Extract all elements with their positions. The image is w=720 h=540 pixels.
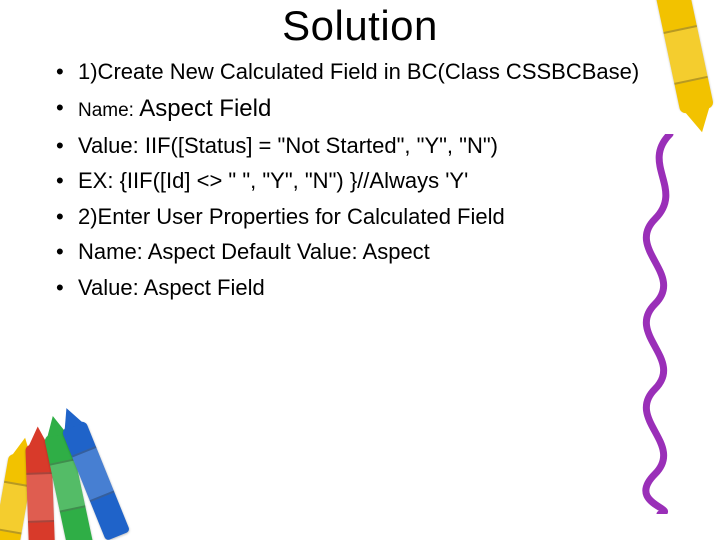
slide: Solution 1)Create New Calculated Field i… bbox=[0, 2, 720, 540]
bullet-list: 1)Create New Calculated Field in BC(Clas… bbox=[40, 58, 680, 301]
bullet-item: Value: IIF([Status] = "Not Started", "Y"… bbox=[52, 132, 660, 160]
bullet-text: 1)Create New Calculated Field in BC(Clas… bbox=[78, 59, 639, 84]
bullet-text: Name: Aspect Default Value: Aspect bbox=[78, 239, 430, 264]
bullet-text: Value: Aspect Field bbox=[78, 275, 265, 300]
crayon-icon bbox=[25, 444, 55, 540]
crayon-group-icon bbox=[0, 410, 132, 540]
bullet-item: Name: Aspect Field bbox=[52, 94, 660, 124]
bullet-item: 1)Create New Calculated Field in BC(Clas… bbox=[52, 58, 660, 86]
slide-title: Solution bbox=[40, 2, 680, 50]
bullet-item: Name: Aspect Default Value: Aspect bbox=[52, 238, 660, 266]
bullet-name-prefix: Name: bbox=[78, 100, 139, 121]
bullet-item: EX: {IIF([Id] <> " ", "Y", "N") }//Alway… bbox=[52, 167, 660, 195]
crayon-icon bbox=[61, 420, 130, 540]
crayon-icon bbox=[44, 431, 94, 540]
crayon-icon bbox=[0, 453, 35, 540]
bullet-item: Value: Aspect Field bbox=[52, 274, 660, 302]
bullet-text: Value: IIF([Status] = "Not Started", "Y"… bbox=[78, 133, 498, 158]
bullet-item: 2)Enter User Properties for Calculated F… bbox=[52, 203, 660, 231]
bullet-text: EX: {IIF([Id] <> " ", "Y", "N") }//Alway… bbox=[78, 168, 468, 193]
bullet-name-value: Aspect Field bbox=[139, 95, 271, 122]
bullet-text: 2)Enter User Properties for Calculated F… bbox=[78, 204, 505, 229]
